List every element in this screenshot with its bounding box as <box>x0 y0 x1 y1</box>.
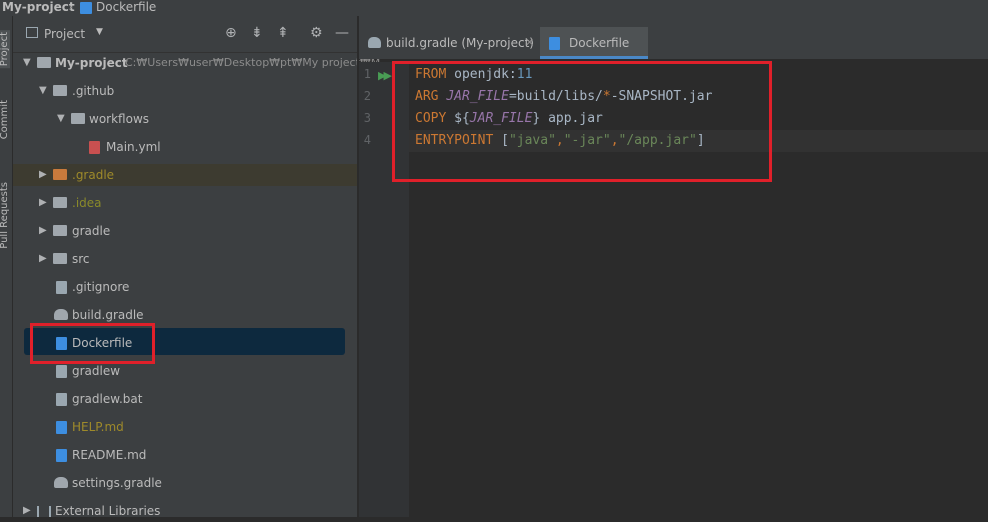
project-panel-title[interactable]: Project <box>44 27 85 41</box>
tree-row-external-libraries[interactable]: ▶ External Libraries <box>13 500 357 522</box>
editor-top-bar <box>359 16 988 27</box>
chevron-down-icon[interactable]: ▼ <box>23 52 33 74</box>
tree-row-workflows[interactable]: ▼ workflows <box>13 108 357 130</box>
breadcrumb-file[interactable]: Dockerfile <box>96 0 156 14</box>
tree-item-label: gradle <box>72 224 111 238</box>
chevron-right-icon[interactable]: ▶ <box>23 500 33 522</box>
batch-file-icon <box>56 393 67 406</box>
line-number: 4 <box>363 133 371 147</box>
markdown-file-icon <box>56 421 67 434</box>
locate-icon[interactable]: ⊕ <box>225 25 237 41</box>
folder-icon <box>53 253 67 264</box>
tree-item-label: README.md <box>72 448 147 462</box>
run-icon[interactable]: ▶▶ <box>378 69 392 82</box>
project-panel: Project ▼ ⊕ ⇟ ⇞ ⚙ — ▼ My-project C:₩User… <box>13 16 380 518</box>
tree-item-label: workflows <box>89 112 150 126</box>
breadcrumb-separator: › <box>68 0 73 14</box>
project-view-icon <box>26 27 38 38</box>
folder-icon <box>53 225 67 236</box>
chevron-right-icon[interactable]: ▶ <box>39 220 49 242</box>
gradle-icon <box>54 309 68 320</box>
chevron-down-icon[interactable]: ▼ <box>96 27 103 37</box>
chevron-down-icon[interactable]: ▼ <box>57 108 67 130</box>
tree-row-help-md[interactable]: HELP.md <box>13 416 357 438</box>
tree-row-src[interactable]: ▶ src <box>13 248 357 270</box>
collapse-all-icon[interactable]: ⇞ <box>277 25 289 41</box>
shell-script-icon <box>56 365 67 378</box>
tree-row-gitignore[interactable]: .gitignore <box>13 276 357 298</box>
line-number: 3 <box>363 111 371 125</box>
tree-root-label: My-project <box>55 56 128 70</box>
chevron-right-icon[interactable]: ▶ <box>39 192 49 214</box>
gear-icon[interactable]: ⚙ <box>310 25 323 41</box>
tree-item-label: HELP.md <box>72 420 124 434</box>
annotation-highlight-dockerfile <box>30 323 155 364</box>
editor-tabs: build.gradle (My-project) ✕ Dockerfile <box>359 27 988 59</box>
tree-row-gradle-dir[interactable]: ▶ .gradle <box>13 164 357 186</box>
tree-row-readme-md[interactable]: README.md <box>13 444 357 466</box>
tab-dockerfile[interactable]: Dockerfile <box>540 27 648 59</box>
tab-label: Dockerfile <box>569 36 630 50</box>
folder-icon <box>37 57 51 68</box>
tool-window-stripe: Project Commit Pull Requests <box>0 16 13 517</box>
expand-all-icon[interactable]: ⇟ <box>251 25 263 41</box>
tree-item-label: .gradle <box>72 168 115 182</box>
folder-icon <box>71 113 85 124</box>
folder-icon <box>53 169 67 180</box>
tree-root-path: C:₩Users₩user₩Desktop₩pt₩My project₩M <box>125 56 381 69</box>
gradle-icon <box>54 477 68 488</box>
library-icon <box>37 506 51 517</box>
hide-icon[interactable]: — <box>335 25 349 41</box>
line-number: 2 <box>363 89 371 103</box>
tab-label: build.gradle (My-project) <box>386 36 534 50</box>
folder-icon <box>53 85 67 96</box>
navigation-bar: My-project › Dockerfile <box>0 0 988 16</box>
tree-item-label: .gitignore <box>72 280 130 294</box>
tool-tab-pull-requests[interactable]: Pull Requests <box>0 182 10 249</box>
tool-tab-project[interactable]: Project <box>0 30 10 69</box>
dockerfile-icon <box>549 37 560 50</box>
gradle-icon <box>368 37 381 48</box>
tree-row-main-yml[interactable]: Main.yml <box>13 136 357 158</box>
chevron-right-icon[interactable]: ▶ <box>39 164 49 186</box>
yaml-file-icon <box>89 141 100 154</box>
tree-row-idea[interactable]: ▶ .idea <box>13 192 357 214</box>
tree-row-github[interactable]: ▼ .github <box>13 80 357 102</box>
tree-item-label: src <box>72 252 90 266</box>
tree-row-root[interactable]: ▼ My-project C:₩Users₩user₩Desktop₩pt₩My… <box>13 52 380 74</box>
breadcrumb-project[interactable]: My-project <box>2 0 75 14</box>
project-panel-toolbar: Project ▼ ⊕ ⇟ ⇞ ⚙ — <box>13 16 357 53</box>
folder-icon <box>53 197 67 208</box>
markdown-file-icon <box>56 449 67 462</box>
tree-item-label: .idea <box>72 196 102 210</box>
tree-item-label: settings.gradle <box>72 476 162 490</box>
tree-item-label: .github <box>72 84 115 98</box>
line-number: 1 <box>363 67 371 81</box>
tab-build-gradle[interactable]: build.gradle (My-project) ✕ <box>359 27 539 59</box>
tree-row-gradle[interactable]: ▶ gradle <box>13 220 357 242</box>
tree-row-gradlew-bat[interactable]: gradlew.bat <box>13 388 357 410</box>
annotation-highlight-code <box>392 61 772 182</box>
chevron-down-icon[interactable]: ▼ <box>39 80 49 102</box>
tree-row-settings-gradle[interactable]: settings.gradle <box>13 472 357 494</box>
tree-item-label: Main.yml <box>106 140 161 154</box>
chevron-right-icon[interactable]: ▶ <box>39 248 49 270</box>
dockerfile-icon <box>80 2 92 14</box>
tree-item-label: gradlew.bat <box>72 392 143 406</box>
tree-item-label: External Libraries <box>55 504 161 518</box>
tool-tab-commit[interactable]: Commit <box>0 100 10 139</box>
gitignore-file-icon <box>56 281 67 294</box>
close-icon[interactable]: ✕ <box>525 27 534 59</box>
